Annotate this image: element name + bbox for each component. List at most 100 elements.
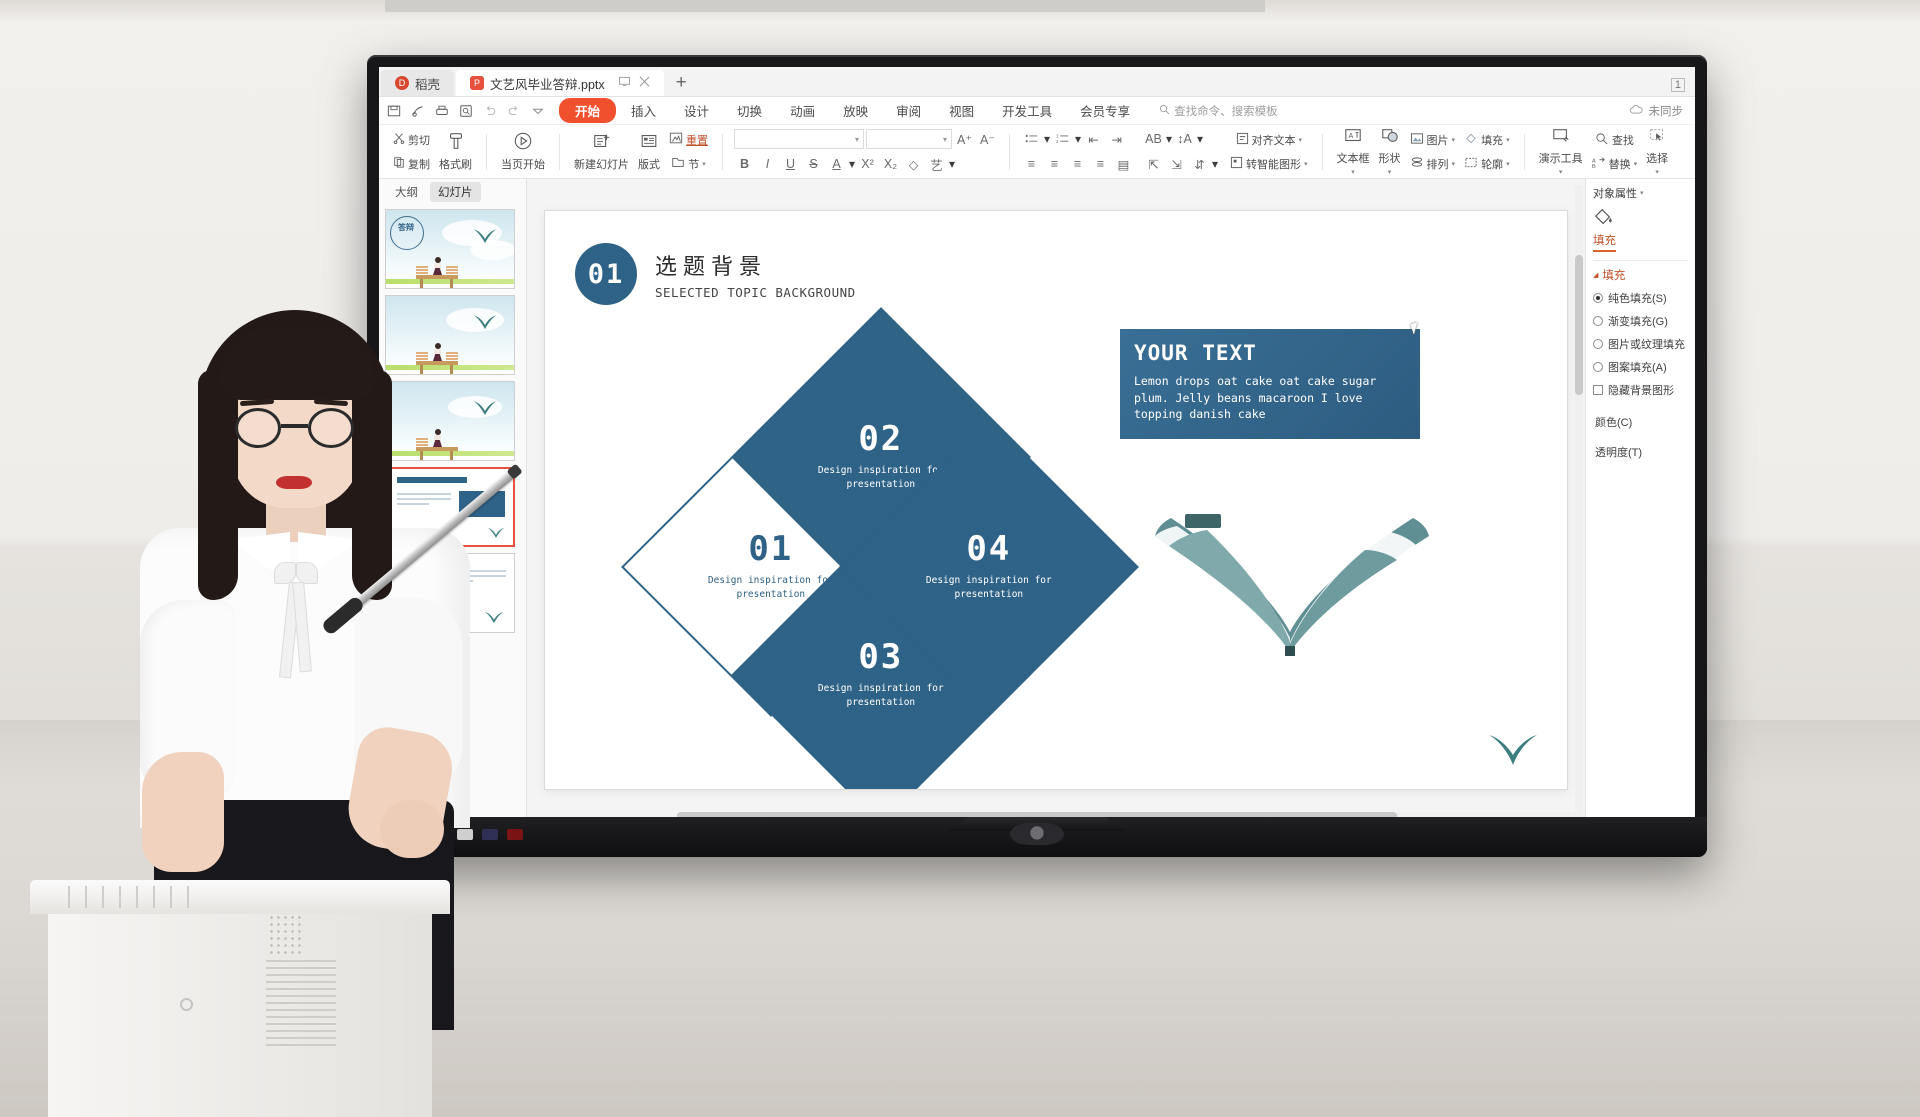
chevron-down-icon[interactable]: ▾ [1075, 132, 1081, 146]
copy-button[interactable]: 复制 [390, 153, 433, 175]
tab-slides[interactable]: 幻灯片 [430, 182, 481, 202]
select-button[interactable]: 选择 ▾ [1643, 128, 1671, 176]
decrease-indent-button[interactable]: ⇤ [1083, 129, 1104, 150]
chevron-down-icon[interactable]: ▾ [1166, 132, 1172, 146]
option-gradient-fill[interactable]: 渐变填充(G) [1593, 313, 1688, 329]
outline-button[interactable]: 轮廓 ▾ [1461, 153, 1513, 175]
chevron-down-icon[interactable]: ▾ [1634, 160, 1638, 168]
increase-indent-button[interactable]: ⇥ [1106, 129, 1127, 150]
text-effect-button[interactable]: 艺 [926, 154, 947, 175]
chevron-down-icon[interactable]: ▾ [1212, 157, 1218, 171]
picture-button[interactable]: 图片 ▾ [1407, 129, 1459, 151]
option-hide-background-graphics[interactable]: 隐藏背景图形 [1593, 382, 1688, 398]
underline-button[interactable]: U [780, 154, 801, 175]
chevron-down-icon[interactable]: ▾ [1351, 168, 1355, 176]
format-painter-button[interactable]: 格式刷 [436, 128, 475, 176]
smart-art-button[interactable]: 转智能图形 ▾ [1227, 153, 1311, 175]
customize-toolbar-icon[interactable] [531, 104, 545, 118]
align-left-button[interactable]: ≡ [1021, 154, 1042, 175]
bold-button[interactable]: B [734, 154, 755, 175]
panel-title-row[interactable]: 对象属性 ▾ [1593, 185, 1688, 201]
chevron-down-icon[interactable]: ▾ [702, 160, 706, 168]
line-spacing-button[interactable]: ↕A [1174, 129, 1195, 150]
print-preview-icon[interactable] [411, 104, 425, 118]
chevron-down-icon[interactable]: ▾ [1655, 168, 1659, 176]
restore-window-button[interactable]: 1 [1670, 78, 1685, 92]
chevron-down-icon[interactable]: ▾ [1044, 132, 1050, 146]
replace-button[interactable]: AB 替换 ▾ [1589, 153, 1641, 175]
radio-pattern-fill[interactable] [1593, 362, 1603, 372]
layout-button[interactable]: 版式 [635, 128, 663, 176]
radio-gradient-fill[interactable] [1593, 316, 1603, 326]
option-picture-texture-fill[interactable]: 图片或纹理填充 [1593, 336, 1688, 352]
chevron-down-icon[interactable]: ▾ [849, 157, 855, 171]
align-right-button[interactable]: ≡ [1067, 154, 1088, 175]
grow-font-button[interactable]: A⁺ [954, 129, 975, 150]
indent-decrease-2-button[interactable]: ⇱ [1143, 154, 1164, 175]
chevron-down-icon[interactable]: ▾ [949, 157, 955, 171]
font-size-input[interactable]: ▾ [866, 129, 952, 149]
text-direction-button[interactable]: AB [1143, 129, 1164, 150]
present-icon[interactable] [618, 76, 630, 90]
superscript-button[interactable]: X² [857, 154, 878, 175]
cut-button[interactable]: 剪切 [390, 129, 433, 151]
undo-icon[interactable] [483, 104, 497, 118]
chevron-down-icon[interactable]: ▾ [1299, 136, 1303, 144]
tab-developer-tools[interactable]: 开发工具 [989, 99, 1065, 122]
font-name-input[interactable]: ▾ [734, 129, 864, 149]
reset-button[interactable]: 重置 [666, 129, 711, 151]
fill-section-header[interactable]: ◢ 填充 [1593, 267, 1688, 283]
option-pattern-fill[interactable]: 图案填充(A) [1593, 359, 1688, 375]
sync-status[interactable]: 未同步 [1629, 103, 1696, 119]
shapes-button[interactable]: 形状 ▾ [1376, 128, 1404, 176]
chevron-down-icon[interactable]: ▾ [1452, 160, 1456, 168]
font-color-button[interactable]: A [826, 154, 847, 175]
radio-picture-texture-fill[interactable] [1593, 339, 1603, 349]
radio-solid-fill[interactable] [1593, 293, 1603, 303]
clear-format-button[interactable]: ◇ [903, 154, 924, 175]
bullet-list-button[interactable] [1021, 129, 1042, 150]
justify-button[interactable]: ≡ [1090, 154, 1111, 175]
find-button[interactable]: 查找 [1589, 129, 1641, 151]
tab-member-exclusive[interactable]: 会员专享 [1067, 99, 1143, 122]
numbered-list-button[interactable]: 12 [1052, 129, 1073, 150]
new-slide-button[interactable]: 新建幻灯片 [571, 128, 632, 176]
tab-design[interactable]: 设计 [671, 99, 722, 122]
chevron-down-icon[interactable]: ▾ [1640, 189, 1644, 197]
align-center-button[interactable]: ≡ [1044, 154, 1065, 175]
chevron-down-icon[interactable]: ▾ [1559, 168, 1563, 176]
option-solid-fill[interactable]: 纯色填充(S) [1593, 290, 1688, 306]
chevron-down-icon[interactable]: ▾ [1304, 160, 1308, 168]
tab-review[interactable]: 审阅 [883, 99, 934, 122]
save-icon[interactable] [387, 104, 401, 118]
chevron-down-icon[interactable]: ▾ [1506, 160, 1510, 168]
tab-outline[interactable]: 大纲 [387, 182, 426, 202]
new-tab-button[interactable]: + [666, 72, 697, 96]
slide-thumbnail-1[interactable]: 答辩 [385, 209, 515, 289]
italic-button[interactable]: I [757, 154, 778, 175]
command-search[interactable]: 查找命令、搜索模板 [1159, 103, 1278, 119]
tab-document[interactable]: P 文艺风毕业答辩.pptx [456, 70, 664, 96]
arrange-button[interactable]: 排列 ▾ [1407, 153, 1459, 175]
chevron-down-icon[interactable]: ▾ [1452, 136, 1456, 144]
text-box-button[interactable]: A 文本框 ▾ [1334, 128, 1373, 176]
start-from-current-button[interactable]: 当页开始 [498, 128, 548, 176]
indent-increase-2-button[interactable]: ⇲ [1166, 154, 1187, 175]
section-button[interactable]: 节 ▾ [666, 153, 711, 175]
paragraph-spacing-button[interactable]: ⇵ [1189, 154, 1210, 175]
fill-tab[interactable]: 填充 [1593, 232, 1616, 252]
strikethrough-button[interactable]: S [803, 154, 824, 175]
chevron-down-icon[interactable]: ▾ [1506, 136, 1510, 144]
tab-start[interactable]: 开始 [559, 98, 617, 123]
canvas-vertical-scrollbar[interactable] [1575, 185, 1583, 815]
subscript-button[interactable]: X₂ [880, 154, 901, 175]
shrink-font-button[interactable]: A⁻ [977, 129, 998, 150]
tab-animation[interactable]: 动画 [777, 99, 828, 122]
open-book-illustration[interactable] [1145, 466, 1435, 666]
redo-icon[interactable] [507, 104, 521, 118]
tab-insert[interactable]: 插入 [618, 99, 669, 122]
align-text-button[interactable]: 对齐文本 ▾ [1227, 129, 1311, 151]
chevron-down-icon[interactable]: ▾ [1388, 168, 1392, 176]
tab-slideshow[interactable]: 放映 [830, 99, 881, 122]
close-icon[interactable] [639, 76, 650, 90]
